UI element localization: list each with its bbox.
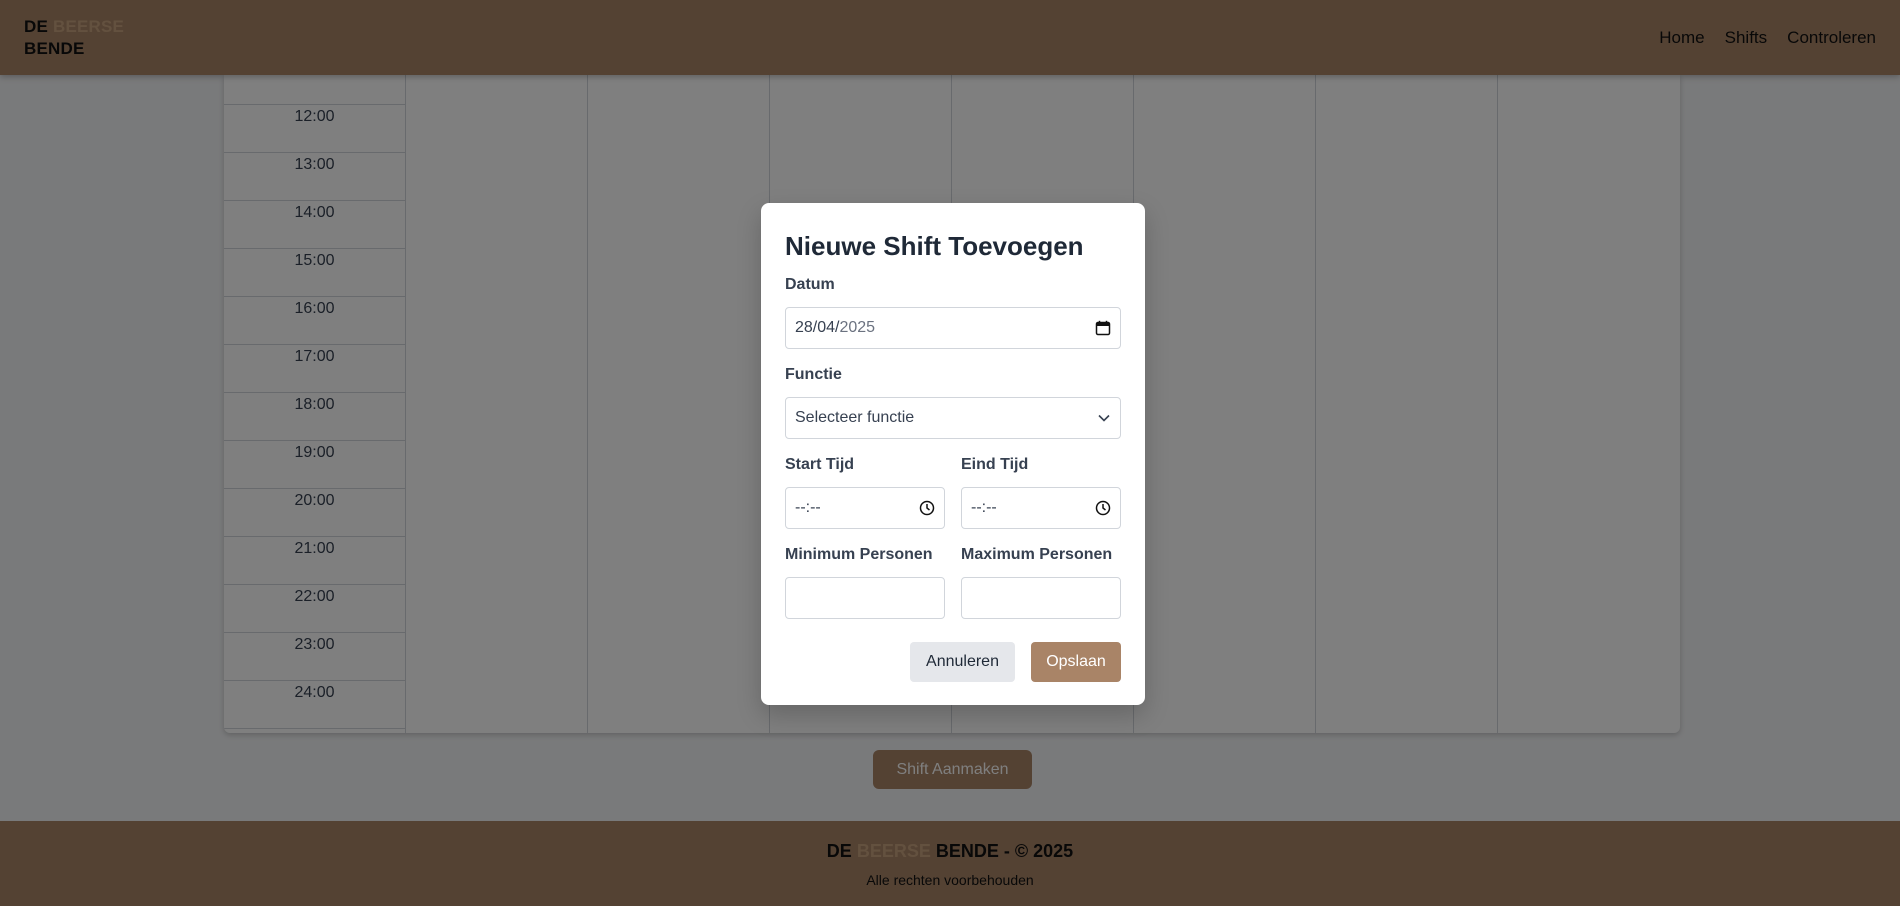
date-year: 2025 xyxy=(839,319,876,336)
clock-icon[interactable] xyxy=(1095,500,1111,516)
min-persons-input[interactable] xyxy=(785,577,945,619)
end-time-label: Eind Tijd xyxy=(961,456,1029,473)
function-select[interactable]: Selecteer functie xyxy=(785,397,1121,439)
start-time-value: --:-- xyxy=(795,499,821,516)
date-input[interactable]: 28/04/2025 xyxy=(785,307,1121,349)
end-time-input[interactable]: --:-- xyxy=(961,487,1121,529)
function-selected-value: Selecteer functie xyxy=(795,409,915,426)
calendar-icon[interactable] xyxy=(1095,320,1111,336)
chevron-down-icon xyxy=(1097,411,1111,425)
start-time-label: Start Tijd xyxy=(785,456,855,473)
function-label: Functie xyxy=(785,366,842,383)
cancel-button[interactable]: Annuleren xyxy=(910,642,1015,682)
new-shift-modal: Nieuwe Shift Toevoegen Datum 28/04/2025 … xyxy=(761,203,1145,705)
save-button[interactable]: Opslaan xyxy=(1031,642,1121,682)
max-persons-input[interactable] xyxy=(961,577,1121,619)
end-time-value: --:-- xyxy=(971,499,997,516)
modal-title: Nieuwe Shift Toevoegen xyxy=(785,231,1084,261)
date-value: 28/04/2025 xyxy=(795,319,875,337)
date-label: Datum xyxy=(785,276,835,293)
date-day-month: 28/04/ xyxy=(795,319,840,336)
max-persons-label: Maximum Personen xyxy=(961,546,1113,563)
start-time-input[interactable]: --:-- xyxy=(785,487,945,529)
min-persons-label: Minimum Personen xyxy=(785,546,933,563)
clock-icon[interactable] xyxy=(919,500,935,516)
